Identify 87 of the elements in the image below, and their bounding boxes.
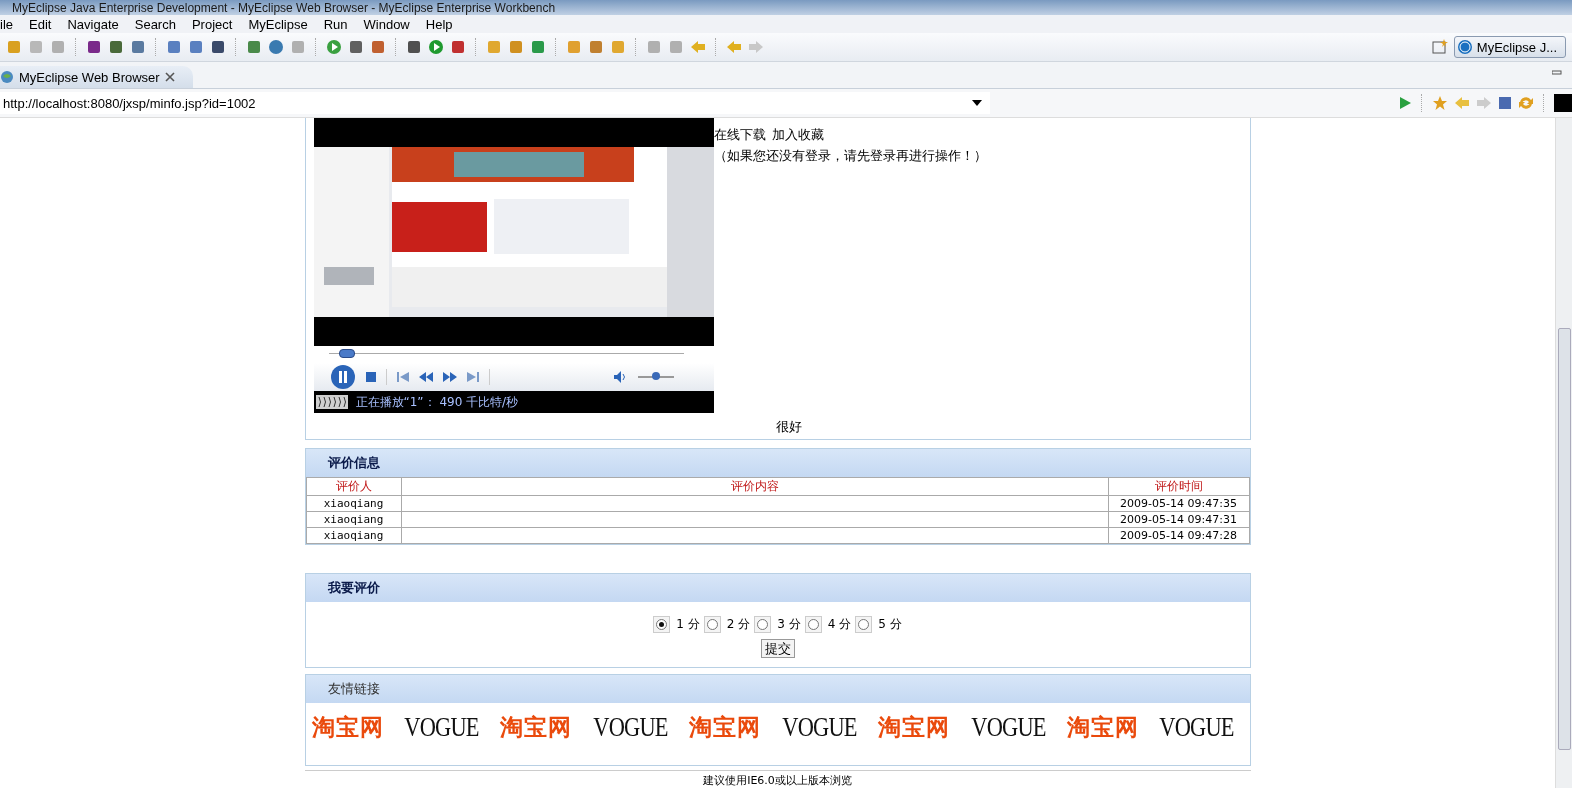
submit-button[interactable]: 提交	[760, 639, 795, 659]
window-title: MyEclipse Java Enterprise Development - MyEclipse Web Browser - MyEclipse Enterprise Workbench	[11, 0, 556, 15]
radio-button[interactable]	[757, 619, 769, 631]
perspective-button[interactable]: MyEclipse J...	[1453, 36, 1566, 58]
globe-icon	[0, 70, 14, 84]
logo-link[interactable]: VOGUE	[782, 711, 857, 744]
table-cell: xiaoqiang	[306, 495, 401, 512]
column-header: 评价内容	[401, 477, 1108, 496]
logo-link[interactable]: 淘宝网	[1066, 711, 1139, 743]
toolbar-icon[interactable]	[130, 39, 146, 55]
logo-link[interactable]: VOGUE	[1159, 711, 1235, 744]
refresh-icon[interactable]	[1518, 95, 1534, 111]
toolbar-icon[interactable]	[188, 39, 204, 55]
radio-label[interactable]: 1 分	[676, 616, 700, 634]
menu-item[interactable]: MyEclipse	[240, 16, 316, 32]
toolbar-icon[interactable]	[406, 39, 422, 55]
review-text: 很好	[775, 418, 802, 436]
radio-label[interactable]: 4 分	[827, 616, 852, 634]
buffer-icon	[315, 395, 348, 409]
menu-item[interactable]: ile	[0, 16, 21, 32]
footer-text: 建议使用IE6.0或以上版本浏览	[703, 774, 852, 787]
radio-button[interactable]	[807, 619, 819, 631]
logo-link[interactable]: 淘宝网	[689, 711, 761, 743]
menu-item[interactable]: Edit	[21, 16, 60, 32]
action-link[interactable]: 加入收藏	[771, 126, 824, 144]
toolbar-icon[interactable]	[450, 39, 466, 55]
open-perspective-icon[interactable]	[1431, 39, 1448, 55]
go-icon[interactable]	[1398, 96, 1412, 110]
toolbar-icon[interactable]	[348, 39, 364, 55]
logo-link[interactable]: VOGUE	[970, 711, 1046, 744]
table-cell: 2009-05-14 09:47:35	[1108, 495, 1249, 512]
logo-link[interactable]: 淘宝网	[877, 711, 950, 743]
toolbar-icon[interactable]	[108, 39, 124, 55]
logo-link[interactable]: VOGUE	[404, 711, 480, 744]
toolbar-icon[interactable]	[210, 39, 226, 55]
radio-button[interactable]	[858, 619, 870, 631]
stop-button[interactable]	[365, 372, 376, 382]
speaker-icon[interactable]	[613, 371, 628, 383]
fast-forward-button[interactable]	[442, 372, 457, 382]
address-field[interactable]: http://localhost:8080/jxsp/minfo.jsp?id=1002	[0, 92, 990, 114]
toolbar-icon[interactable]	[86, 39, 102, 55]
minimize-icon[interactable]	[1552, 70, 1562, 76]
rewind-button[interactable]	[418, 372, 433, 382]
radio-label[interactable]: 2 分	[726, 616, 751, 634]
toolbar-icon[interactable]	[268, 39, 284, 55]
login-note: （如果您还没有登录，请先登录再进行操作！）	[713, 147, 987, 165]
menu-item[interactable]: Help	[417, 16, 461, 32]
radio-label[interactable]: 5 分	[878, 616, 902, 634]
toolbar-icon[interactable]	[246, 39, 262, 55]
stop-icon[interactable]	[1498, 96, 1512, 110]
radio-button[interactable]	[656, 619, 668, 631]
close-icon[interactable]	[164, 72, 175, 82]
radio-label[interactable]: 3 分	[777, 616, 801, 634]
radio-button[interactable]	[706, 619, 718, 631]
next-button[interactable]	[466, 372, 479, 382]
menu-item[interactable]: Run	[315, 16, 356, 32]
table-cell: xiaoqiang	[306, 527, 401, 544]
logo-link[interactable]: 淘宝网	[311, 711, 384, 743]
perspective-icon	[1456, 39, 1473, 55]
column-header: 评价时间	[1108, 477, 1249, 496]
previous-button[interactable]	[396, 372, 409, 382]
editor-tab[interactable]: MyEclipse Web Browser	[0, 66, 193, 88]
section-title: 我要评价	[327, 579, 380, 598]
logo-link[interactable]: VOGUE	[593, 711, 668, 744]
column-header: 评价人	[306, 477, 401, 496]
section-title: 评价信息	[327, 454, 380, 473]
table-cell: xiaoqiang	[306, 511, 401, 528]
menu-item[interactable]: Project	[183, 16, 241, 32]
volume-slider[interactable]	[651, 372, 660, 380]
table-cell: 2009-05-14 09:47:28	[1108, 527, 1249, 544]
dropdown-arrow-icon[interactable]	[972, 100, 982, 106]
section-title: 友情链接	[327, 680, 380, 699]
menu-item[interactable]: Window	[355, 16, 418, 32]
table-cell: 2009-05-14 09:47:31	[1108, 511, 1249, 528]
toolbar-icon[interactable]	[166, 39, 182, 55]
toolbar-icon[interactable]	[428, 39, 444, 55]
star-icon[interactable]	[1432, 95, 1448, 111]
toolbar-icon[interactable]	[370, 39, 386, 55]
scrollbar[interactable]	[1555, 118, 1572, 788]
menu-item[interactable]: Navigate	[59, 16, 127, 32]
playback-status: 正在播放“1”： 490 千比特/秒	[355, 393, 519, 411]
seek-slider[interactable]	[339, 349, 356, 358]
action-link[interactable]: 在线下载	[713, 126, 766, 144]
pause-button[interactable]	[329, 364, 356, 390]
dark-panel	[1554, 94, 1572, 112]
menu-item[interactable]: Search	[126, 16, 184, 32]
logo-link[interactable]: 淘宝网	[500, 711, 573, 743]
